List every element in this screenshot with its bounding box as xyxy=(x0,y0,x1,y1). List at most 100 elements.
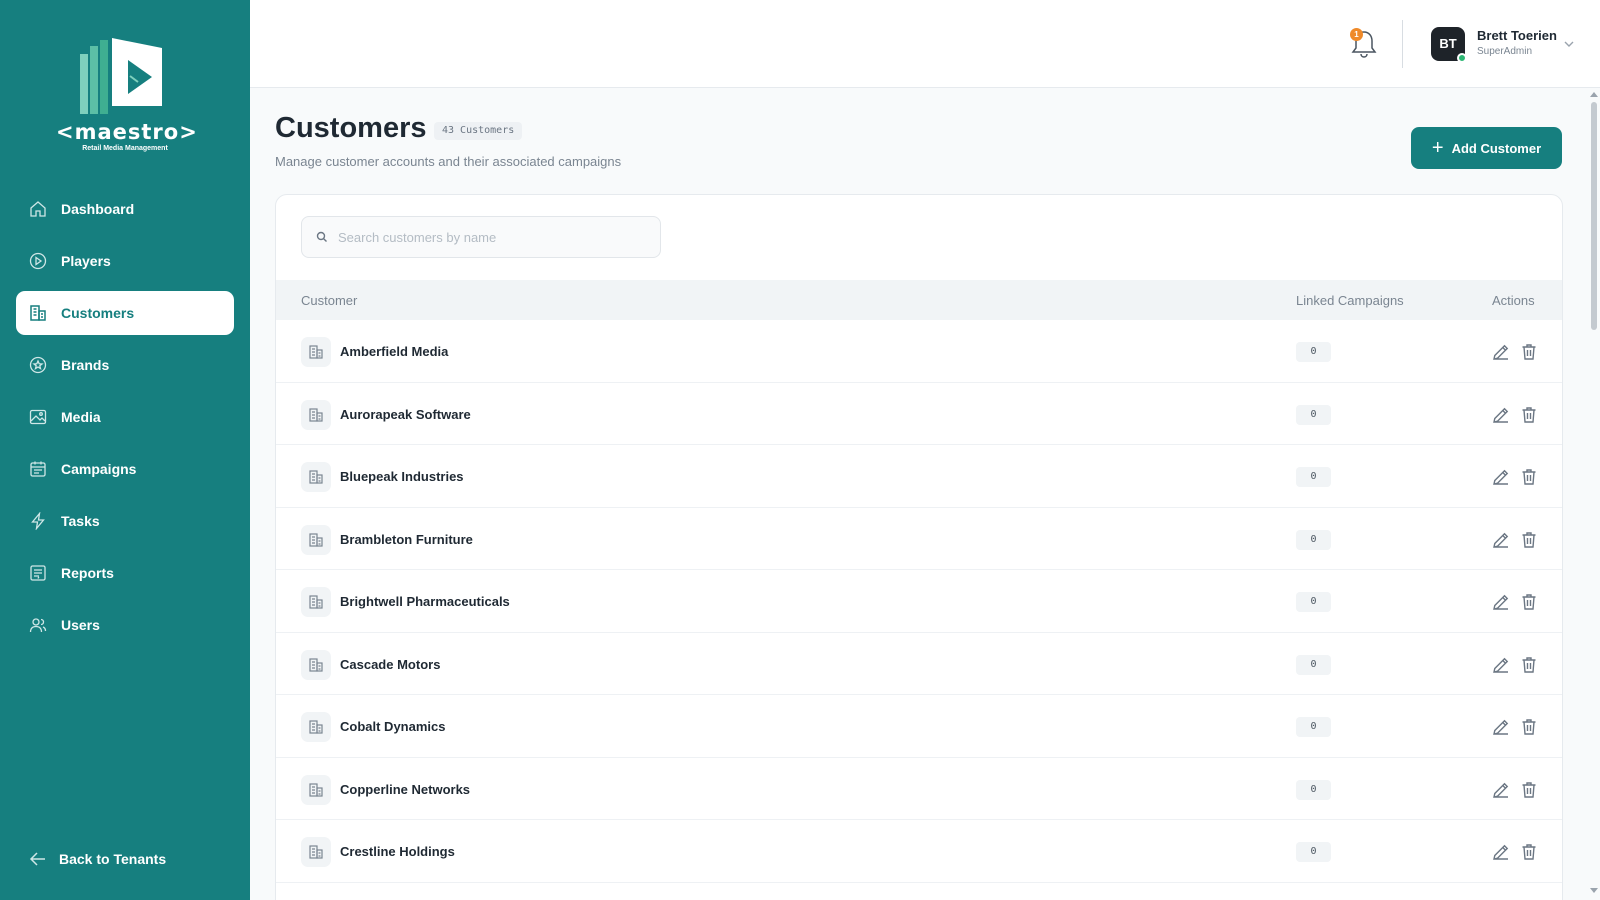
edit-icon[interactable] xyxy=(1491,655,1511,675)
table-row[interactable]: Cobalt Dynamics 0 xyxy=(276,695,1562,758)
page-subtitle: Manage customer accounts and their assoc… xyxy=(275,154,622,169)
building-icon xyxy=(301,337,331,367)
sidebar-item-dashboard[interactable]: Dashboard xyxy=(16,187,234,231)
building-icon xyxy=(301,837,331,867)
linked-campaigns-count: 0 xyxy=(1296,529,1331,550)
sidebar-item-media[interactable]: Media xyxy=(16,395,234,439)
linked-campaigns-count: 0 xyxy=(1296,842,1331,862)
customer-count-badge: 43 Customers xyxy=(434,122,523,140)
top-bar xyxy=(250,0,1600,88)
sidebar-item-label: Reports xyxy=(61,565,114,581)
edit-icon[interactable] xyxy=(1491,717,1511,737)
edit-icon[interactable] xyxy=(1491,842,1511,862)
report-icon xyxy=(29,564,47,582)
trash-icon[interactable] xyxy=(1519,842,1539,862)
app-logo[interactable]: <maestro> Retail Media Management xyxy=(56,36,197,156)
edit-icon[interactable] xyxy=(1491,530,1511,550)
building-icon xyxy=(301,462,331,492)
building-icon xyxy=(301,712,331,742)
trash-icon[interactable] xyxy=(1519,530,1539,550)
table-row[interactable]: Brightwell Pharmaceuticals 0 xyxy=(276,570,1562,633)
online-status-dot xyxy=(1457,53,1467,63)
sidebar-item-label: Customers xyxy=(61,305,135,321)
customer-name: Amberfield Media xyxy=(340,344,449,359)
sidebar-item-users[interactable]: Users xyxy=(16,603,234,647)
edit-icon[interactable] xyxy=(1491,780,1511,800)
table-row[interactable]: Crestline Holdings 0 xyxy=(276,820,1562,883)
customer-name: Cobalt Dynamics xyxy=(340,719,446,734)
customer-name: Bluepeak Industries xyxy=(340,469,464,484)
sidebar-item-label: Brands xyxy=(61,357,110,373)
scrollbar-thumb[interactable] xyxy=(1591,102,1597,330)
trash-icon[interactable] xyxy=(1519,405,1539,425)
building-icon xyxy=(29,304,47,322)
table-row[interactable]: Bluepeak Industries 0 xyxy=(276,445,1562,508)
column-header-linked-campaigns: Linked Campaigns xyxy=(1296,293,1404,308)
star-circle-icon xyxy=(29,356,47,374)
back-to-tenants-link[interactable]: Back to Tenants xyxy=(28,849,166,869)
trash-icon[interactable] xyxy=(1519,342,1539,362)
user-role: SuperAdmin xyxy=(1477,46,1533,57)
table-row[interactable]: Brambleton Furniture 0 xyxy=(276,508,1562,570)
header-divider xyxy=(1402,20,1403,68)
sidebar-item-players[interactable]: Players xyxy=(16,239,234,283)
sidebar-item-reports[interactable]: Reports xyxy=(16,551,234,595)
linked-campaigns-count: 0 xyxy=(1296,467,1331,487)
customer-name: Copperline Networks xyxy=(340,781,471,797)
home-icon xyxy=(29,200,47,218)
chevron-down-icon[interactable] xyxy=(1563,38,1575,50)
avatar[interactable]: BT xyxy=(1431,27,1467,63)
sidebar-item-customers[interactable]: Customers xyxy=(16,291,234,335)
scroll-up-arrow[interactable] xyxy=(1590,92,1598,97)
back-to-tenants-label: Back to Tenants xyxy=(59,851,167,867)
linked-campaigns-count: 0 xyxy=(1296,592,1331,612)
notifications-button[interactable]: 1 xyxy=(1350,28,1378,60)
user-name: Brett Toerien xyxy=(1477,28,1557,43)
logo-subtitle: Retail Media Management xyxy=(82,145,168,152)
trash-icon[interactable] xyxy=(1519,467,1539,487)
add-customer-button[interactable]: + Add Customer xyxy=(1411,127,1562,169)
table-row[interactable]: Amberfield Media 0 xyxy=(276,320,1562,383)
sidebar-item-label: Players xyxy=(61,253,111,269)
customer-name: Brightwell Pharmaceuticals xyxy=(340,594,510,609)
search-input[interactable] xyxy=(338,229,638,245)
trash-icon[interactable] xyxy=(1519,592,1539,612)
building-icon xyxy=(301,399,331,430)
building-icon xyxy=(301,524,331,555)
edit-icon[interactable] xyxy=(1491,405,1511,425)
page-title: Customers xyxy=(275,112,427,144)
trash-icon[interactable] xyxy=(1519,780,1539,800)
sidebar-item-label: Media xyxy=(61,409,101,425)
customer-name: Crestline Holdings xyxy=(340,844,455,859)
lightning-icon xyxy=(29,512,47,530)
trash-icon[interactable] xyxy=(1519,717,1539,737)
linked-campaigns-count: 0 xyxy=(1296,404,1331,425)
table-row[interactable]: Copperline Networks 0 xyxy=(276,758,1562,820)
plus-icon: + xyxy=(1431,137,1444,159)
sidebar-nav: Dashboard Players Customers Brands Media xyxy=(16,187,234,655)
table-row[interactable]: Cascade Motors 0 xyxy=(276,633,1562,695)
linked-campaigns-count: 0 xyxy=(1296,717,1331,737)
sidebar-item-tasks[interactable]: Tasks xyxy=(16,499,234,543)
arrow-left-icon xyxy=(28,849,48,869)
edit-icon[interactable] xyxy=(1491,342,1511,362)
page-scrollbar[interactable] xyxy=(1588,88,1600,900)
edit-icon[interactable] xyxy=(1491,467,1511,487)
linked-campaigns-count: 0 xyxy=(1296,779,1331,800)
linked-campaigns-count: 0 xyxy=(1296,654,1331,675)
sidebar-item-brands[interactable]: Brands xyxy=(16,343,234,387)
table-header: Customer Linked Campaigns Actions xyxy=(276,280,1562,320)
play-circle-icon xyxy=(29,252,47,270)
add-customer-label: Add Customer xyxy=(1451,140,1542,156)
sidebar-item-campaigns[interactable]: Campaigns xyxy=(16,447,234,491)
edit-icon[interactable] xyxy=(1491,592,1511,612)
trash-icon[interactable] xyxy=(1519,655,1539,675)
image-icon xyxy=(29,408,47,426)
scroll-down-arrow[interactable] xyxy=(1590,888,1598,893)
table-row[interactable]: Aurorapeak Software 0 xyxy=(276,383,1562,445)
table-body: Amberfield Media 0 Aurorapeak Software 0… xyxy=(276,320,1562,883)
column-header-actions: Actions xyxy=(1492,293,1535,308)
sidebar-item-label: Users xyxy=(61,617,100,633)
building-icon xyxy=(301,774,331,805)
sidebar-item-label: Dashboard xyxy=(61,201,135,217)
